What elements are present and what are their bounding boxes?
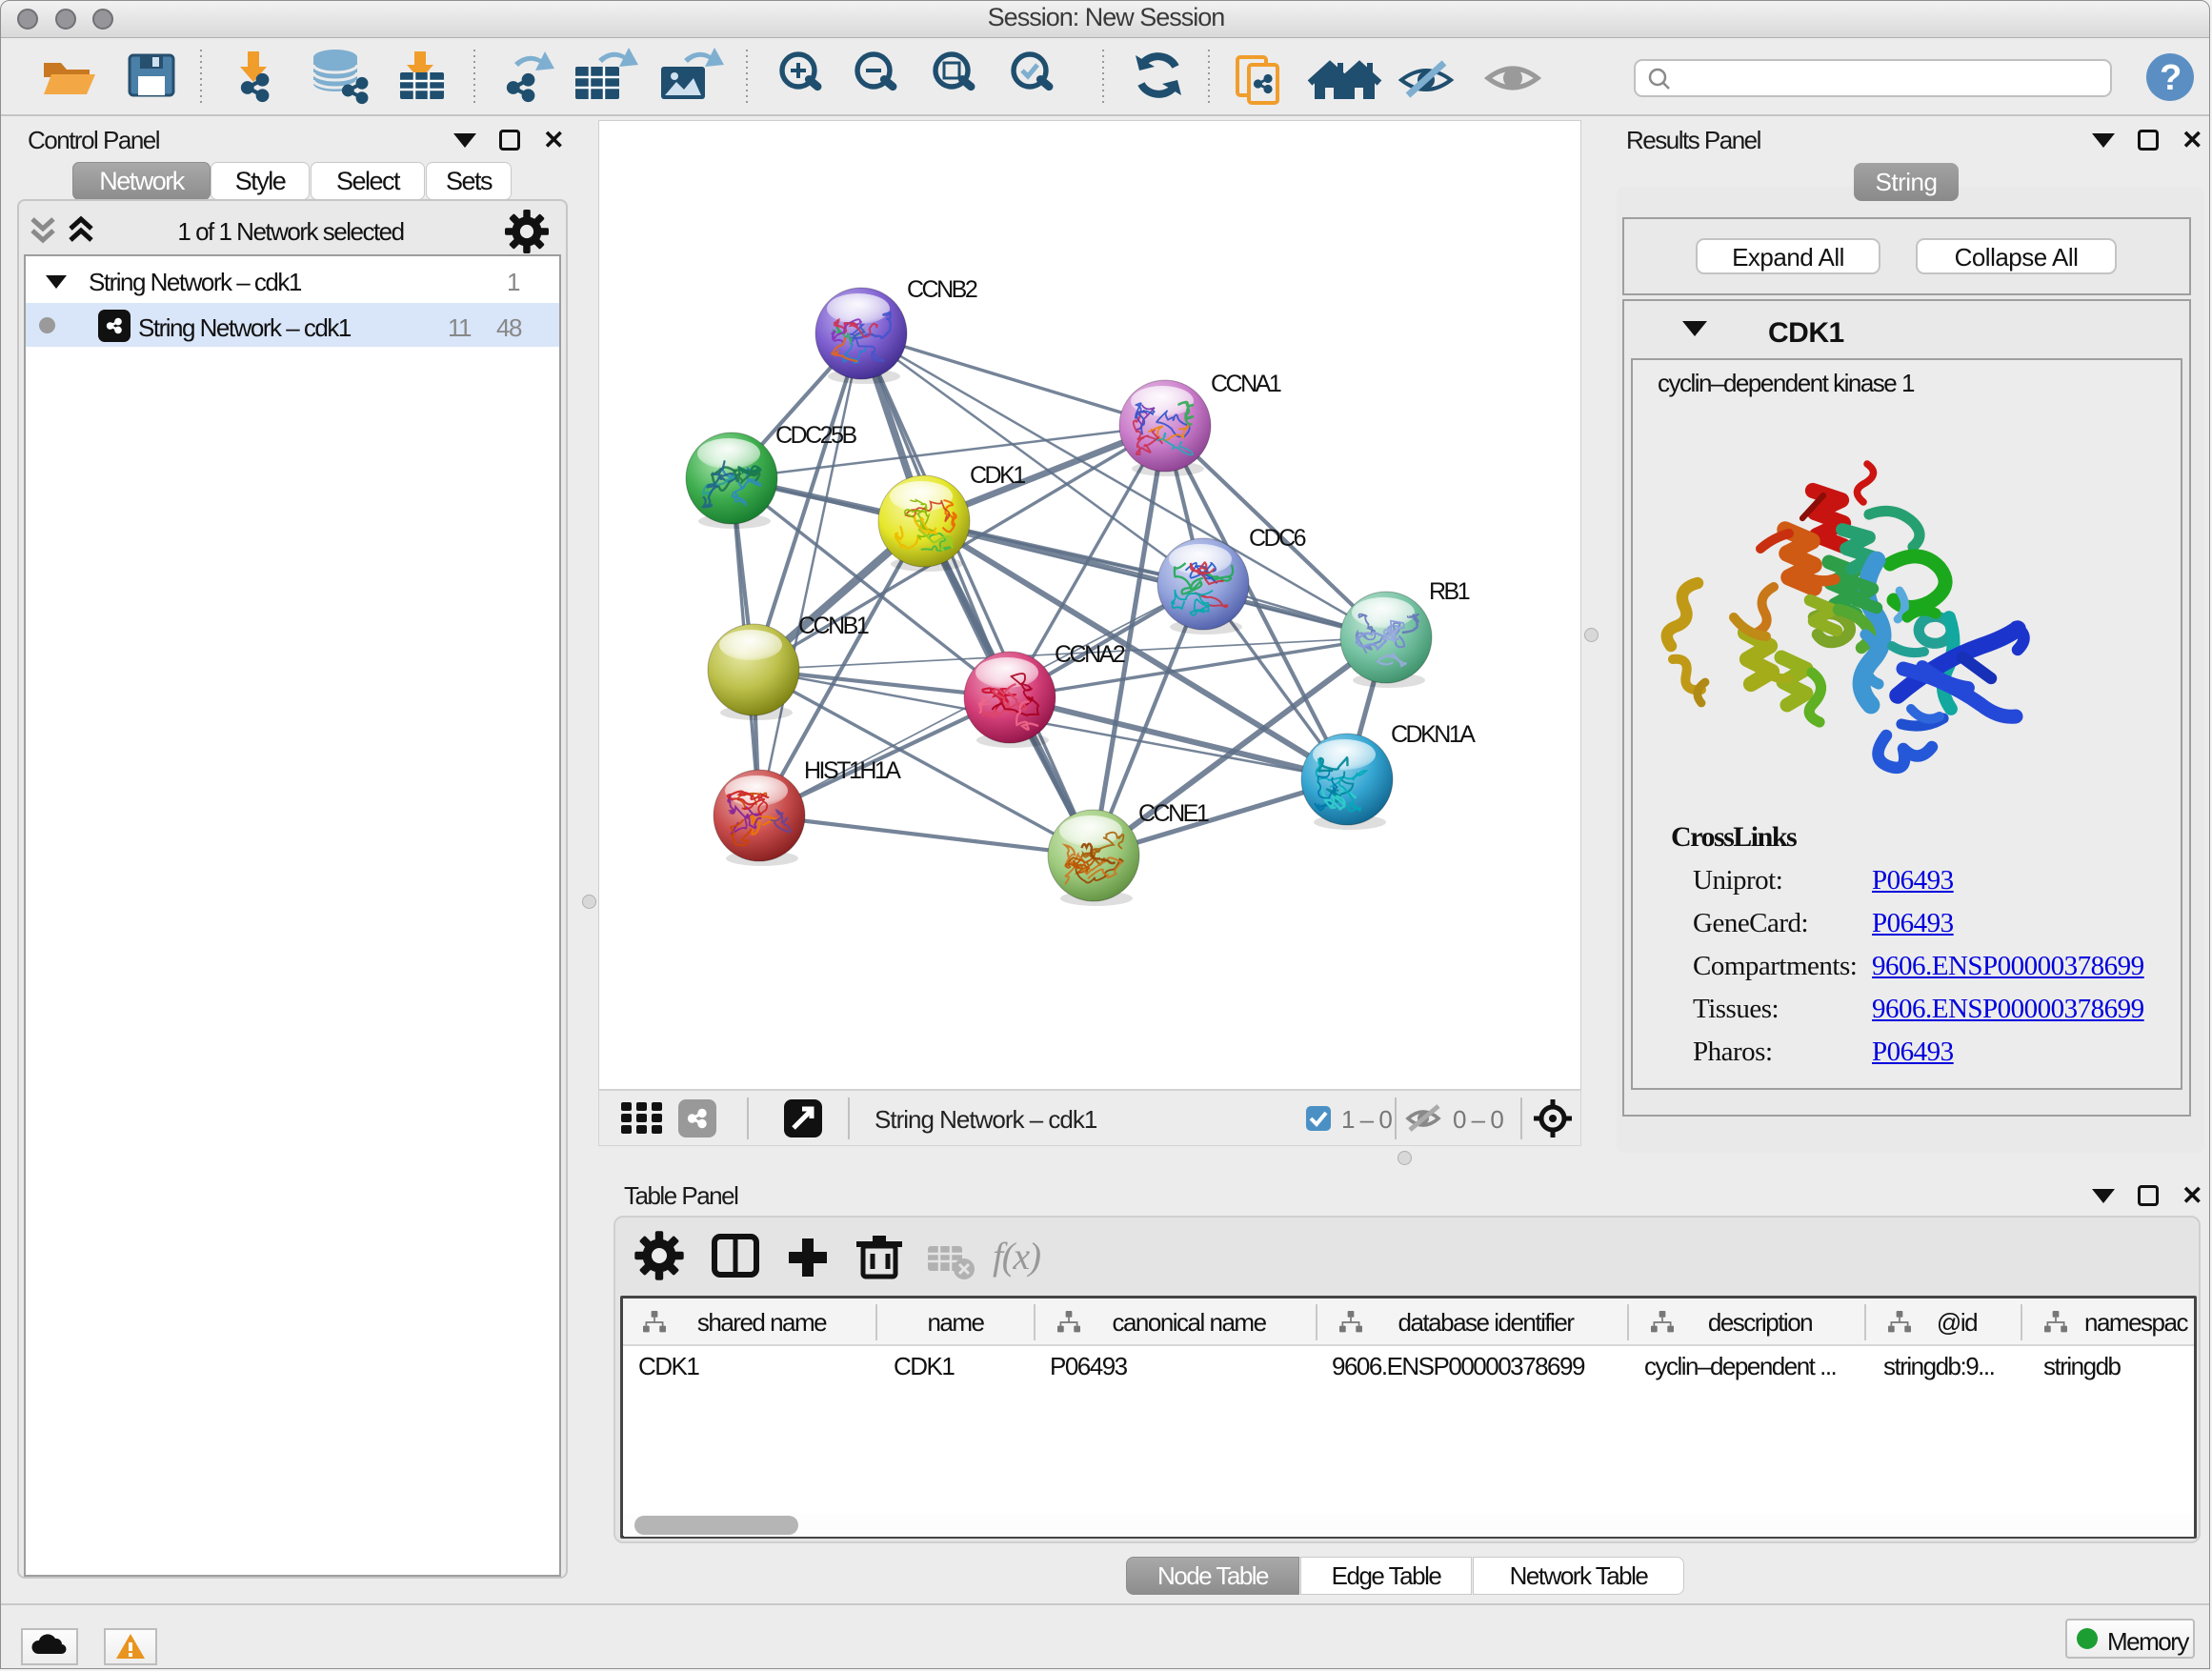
svg-text:CCNB1: CCNB1 [798,613,869,639]
svg-text:HIST1H1A: HIST1H1A [804,757,901,784]
svg-text:description: description [1708,1308,1812,1337]
svg-text:f(x): f(x) [993,1235,1041,1278]
svg-text:1 – 0: 1 – 0 [1341,1105,1392,1134]
svg-text:CDC25B: CDC25B [775,422,856,449]
svg-text:CDC6: CDC6 [1249,525,1306,552]
svg-text:?: ? [2160,58,2181,98]
svg-text:namespac: namespac [2084,1308,2188,1337]
svg-text:@id: @id [1937,1308,1977,1337]
svg-text:CDK1: CDK1 [970,462,1025,489]
svg-text:RB1: RB1 [1429,578,1470,605]
svg-text:CCNE1: CCNE1 [1138,800,1209,827]
svg-text:String Network – cdk1: String Network – cdk1 [875,1105,1097,1134]
svg-text:name: name [927,1308,984,1337]
svg-text:CCNB2: CCNB2 [907,276,977,303]
svg-text:CCNA1: CCNA1 [1211,371,1281,397]
svg-text:CCNA2: CCNA2 [1055,641,1125,668]
svg-text:database identifier: database identifier [1398,1308,1576,1337]
svg-text:0 – 0: 0 – 0 [1453,1105,1503,1134]
svg-text:CDKN1A: CDKN1A [1391,721,1476,748]
svg-text:shared name: shared name [697,1308,827,1337]
svg-text:canonical name: canonical name [1112,1308,1266,1337]
